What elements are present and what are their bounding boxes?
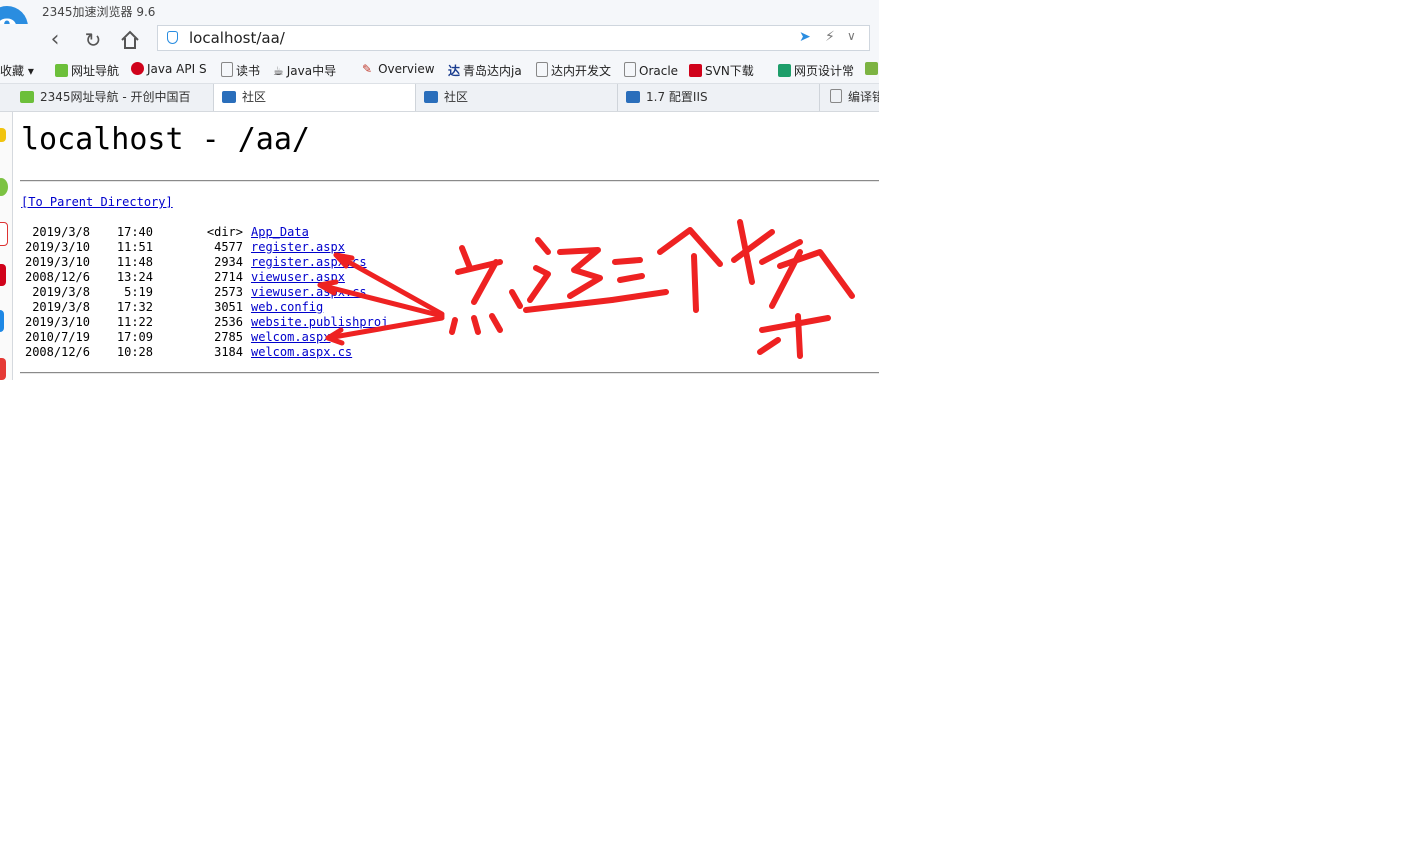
annotation-arrows <box>317 252 445 346</box>
arrow-register-aspx <box>333 252 445 317</box>
handwritten-annotation <box>317 219 855 359</box>
annotation-handwriting <box>449 219 855 359</box>
arrow-welcom-aspx <box>325 315 445 341</box>
arrow-viewuser-aspx <box>317 282 445 319</box>
